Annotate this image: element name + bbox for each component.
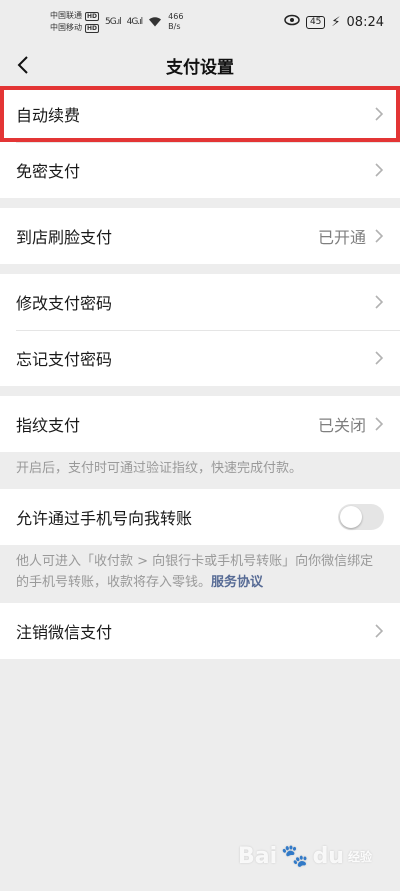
group-fingerprint: 指纹支付 已关闭 [0,396,400,452]
carriers: 中国联通 HD 中国移动 HD [50,10,100,34]
status-left: 中国联通 HD 中国移动 HD 5G.ıl 4G.ıl 466 B/s [50,10,183,34]
face-pay-item[interactable]: 到店刷脸支付 已开通 [0,208,400,264]
speed-unit: B/s [168,22,181,31]
network-speed: 466 B/s [168,12,183,32]
chevron-right-icon [375,351,384,365]
watermark-brand-2: du [312,844,344,869]
toggle-knob [340,506,362,528]
group-renew: 自动续费 免密支付 [0,86,400,198]
forgot-password-label: 忘记支付密码 [16,350,113,369]
signal-icon: 5G.ıl [105,17,122,27]
auto-renew-label: 自动续费 [16,106,81,125]
cancel-wechat-pay-item[interactable]: 注销微信支付 [0,603,400,659]
face-pay-label: 到店刷脸支付 [16,228,113,247]
group-face-pay: 到店刷脸支付 已开通 [0,208,400,264]
phone-transfer-item: 允许通过手机号向我转账 [0,489,400,545]
forgot-password-item[interactable]: 忘记支付密码 [0,330,400,386]
battery-level: 45 [305,15,326,29]
back-button[interactable] [8,50,38,80]
chevron-right-icon [375,163,384,177]
paw-icon: 🐾 [281,844,309,869]
wifi-icon [148,16,162,29]
status-right: 45 ⚡ 08:24 [284,14,384,30]
auto-renew-item[interactable]: 自动续费 [0,86,400,142]
phone-transfer-toggle[interactable] [338,504,384,530]
baidu-watermark: Bai 🐾 du 经验 [238,844,372,869]
charging-icon: ⚡ [331,14,341,30]
cancel-wechat-pay-label: 注销微信支付 [16,623,113,642]
face-pay-status: 已开通 [317,228,366,247]
chevron-left-icon [17,56,28,74]
phone-transfer-hint: 他人可进入「收付款 > 向银行卡或手机号转账」向你微信绑定的手机号转账，收款将存… [0,545,400,603]
hd-badge: HD [85,23,100,33]
carrier-2-label: 中国移动 [50,23,82,32]
speed-value: 466 [168,12,184,21]
change-password-label: 修改支付密码 [16,294,113,313]
chevron-right-icon [375,295,384,309]
fingerprint-pay-status: 已关闭 [317,416,366,435]
chevron-right-icon [375,107,384,121]
change-password-item[interactable]: 修改支付密码 [0,274,400,330]
eye-icon [284,14,300,30]
service-agreement-link[interactable]: 服务协议 [211,575,263,590]
hd-badge: HD [85,11,100,21]
chevron-right-icon [375,229,384,243]
nav-bar: 支付设置 [0,44,400,86]
phone-transfer-hint-text: 他人可进入「收付款 > 向银行卡或手机号转账」向你微信绑定的手机号转账，收款将存… [16,554,374,590]
chevron-right-icon [375,624,384,638]
carrier-row-2: 中国移动 HD [50,22,100,34]
group-password: 修改支付密码 忘记支付密码 [0,274,400,386]
fingerprint-hint: 开启后，支付时可通过验证指纹，快速完成付款。 [0,452,400,489]
clock: 08:24 [346,14,384,30]
phone-transfer-label: 允许通过手机号向我转账 [16,509,193,528]
fingerprint-pay-label: 指纹支付 [16,416,81,435]
signal-icon: 4G.ıl [126,17,144,27]
carrier-row-1: 中国联通 HD [50,10,100,22]
group-phone-transfer: 允许通过手机号向我转账 [0,489,400,545]
watermark-sub: 经验 [347,850,372,864]
carrier-1-label: 中国联通 [50,11,82,20]
group-cancel: 注销微信支付 [0,603,400,659]
watermark-brand: Bai [238,844,278,869]
status-bar: 中国联通 HD 中国移动 HD 5G.ıl 4G.ıl 466 B/s 45 ⚡… [0,0,400,44]
fingerprint-pay-item[interactable]: 指纹支付 已关闭 [0,396,400,452]
password-free-item[interactable]: 免密支付 [0,142,400,198]
chevron-right-icon [375,417,384,431]
password-free-label: 免密支付 [16,162,81,181]
page-title: 支付设置 [166,57,234,78]
